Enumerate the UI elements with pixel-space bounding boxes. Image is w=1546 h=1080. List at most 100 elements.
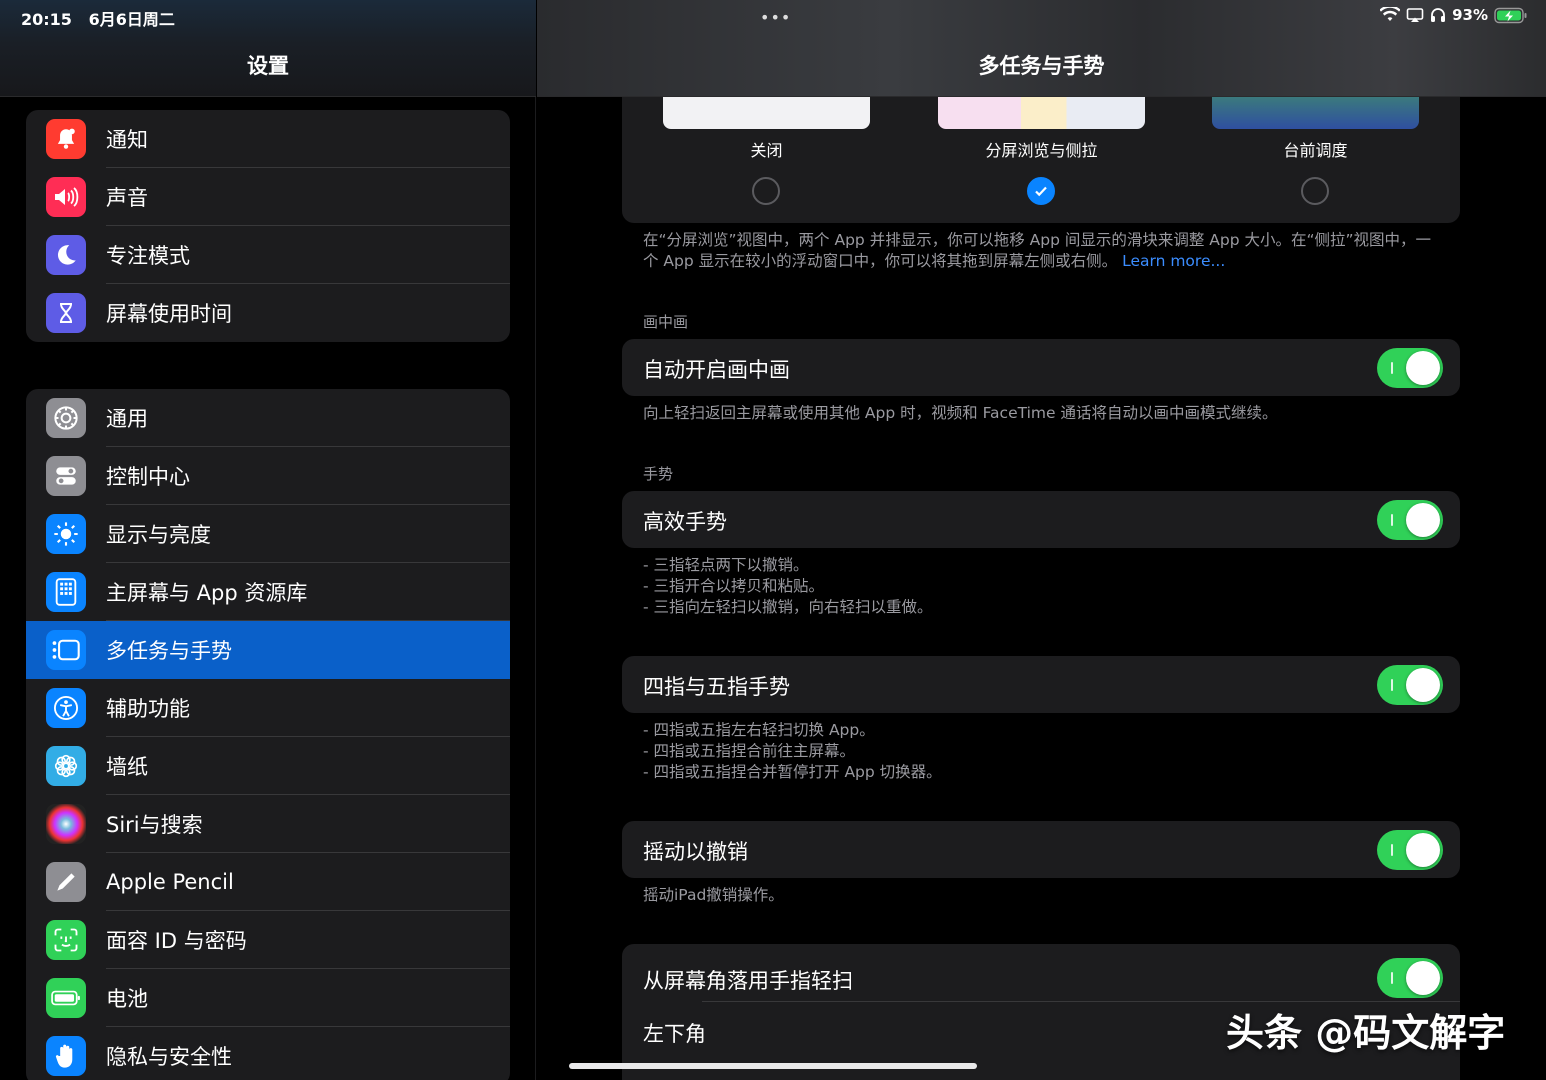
gear-icon (46, 398, 86, 438)
status-bar: 20:15 6月6日周二 ••• 93% (0, 0, 1546, 32)
settings-group-2: 通用 控制中心 显示与亮度 主屏幕与 App 资源库 多任务与手势 辅助功能 墙… (26, 389, 510, 1080)
mode-radio-stage-manager[interactable] (1301, 177, 1329, 205)
sidebar-item-label: 通用 (106, 407, 148, 431)
mode-thumbnail-split-view (938, 97, 1145, 129)
sidebar-item-label: 显示与亮度 (106, 523, 211, 547)
checkmark-icon (1035, 186, 1047, 197)
shake-undo-toggle-row: 摇动以撤销 (622, 821, 1460, 878)
modes-description-text: 在“分屏浏览”视图中，两个 App 并排显示，你可以拖移 App 间显示的滑块来… (643, 231, 1432, 270)
sidebar-item-sounds[interactable]: 声音 (26, 168, 510, 226)
airplay-icon (1406, 8, 1424, 22)
gestures-toggle-row: 高效手势 (622, 491, 1460, 548)
sidebar-item-control-center[interactable]: 控制中心 (26, 447, 510, 505)
mode-thumbnail-stage-manager (1212, 97, 1419, 129)
sidebar-item-label: 多任务与手势 (106, 639, 232, 663)
corner-swipe-toggle[interactable] (1377, 958, 1443, 998)
four-five-finger-toggle[interactable] (1377, 665, 1443, 705)
sun-icon (46, 514, 86, 554)
status-time: 20:15 6月6日周二 (21, 6, 175, 30)
gesture-desc-line: - 三指向左轻扫以撤销，向右轻扫以重做。 (643, 598, 933, 616)
faceid-icon (46, 920, 86, 960)
multitask-mode-card: 关闭 分屏浏览与侧拉 台前调度 (622, 97, 1460, 223)
gesture-desc-line: - 三指轻点两下以撤销。 (643, 556, 809, 574)
four-five-finger-toggle-label: 四指与五指手势 (643, 675, 790, 699)
learn-more-link[interactable]: Learn more... (1122, 252, 1225, 270)
bell-icon (46, 119, 86, 159)
shake-undo-description: 摇动iPad撤销操作。 (643, 886, 784, 904)
home-screen-icon (46, 572, 86, 612)
shake-undo-toggle[interactable] (1377, 830, 1443, 870)
page-title: 多任务与手势 (978, 54, 1105, 78)
multitasking-menu-dots[interactable]: ••• (760, 8, 791, 27)
ipad-screen: 设置 通知 声音 专注模式 屏幕使用时间 通用 控制中心 显示与亮度 主屏幕与 … (0, 0, 1546, 1080)
mode-radio-off[interactable] (752, 177, 780, 205)
pip-toggle[interactable] (1377, 348, 1443, 388)
flower-icon (46, 746, 86, 786)
mode-radio-split-view[interactable] (1027, 177, 1055, 205)
sidebar-item-privacy[interactable]: 隐私与安全性 (26, 1027, 510, 1080)
gestures-toggle[interactable] (1377, 500, 1443, 540)
sidebar-item-battery[interactable]: 电池 (26, 969, 510, 1027)
corner-swipe-toggle-label: 从屏幕角落用手指轻扫 (643, 969, 853, 993)
section-header-pip: 画中画 (643, 313, 689, 331)
pip-toggle-label: 自动开启画中画 (643, 358, 790, 382)
sidebar-item-label: 电池 (106, 987, 148, 1011)
pencil-icon (46, 862, 86, 902)
time-text: 20:15 (21, 10, 72, 29)
mode-label-stage-manager: 台前调度 (1283, 141, 1348, 160)
shake-undo-toggle-label: 摇动以撤销 (643, 840, 748, 864)
sidebar-item-face-id[interactable]: 面容 ID 与密码 (26, 911, 510, 969)
gesture-desc-line: - 三指开合以拷贝和粘贴。 (643, 577, 825, 595)
battery-icon (46, 978, 86, 1018)
sidebar-item-label: 辅助功能 (106, 697, 190, 721)
settings-group-1: 通知 声音 专注模式 屏幕使用时间 (26, 110, 510, 342)
siri-icon (46, 804, 86, 844)
main-panel: 多任务与手势 关闭 分屏浏览与侧拉 台前调度 在“分屏浏览”视图中，两个 App… (537, 0, 1546, 1080)
modes-description: 在“分屏浏览”视图中，两个 App 并排显示，你可以拖移 App 间显示的滑块来… (643, 230, 1443, 272)
pip-description: 向上轻扫返回主屏幕或使用其他 App 时，视频和 FaceTime 通话将自动以… (643, 404, 1278, 422)
sidebar-item-label: 控制中心 (106, 465, 190, 489)
sidebar-item-focus[interactable]: 专注模式 (26, 226, 510, 284)
four-five-desc-line: - 四指或五指捏合并暂停打开 App 切换器。 (643, 763, 942, 781)
battery-charging-icon (1494, 7, 1527, 23)
four-five-desc-line: - 四指或五指捏合前往主屏幕。 (643, 742, 856, 760)
section-header-gestures: 手势 (643, 465, 674, 483)
watermark-text: 头条 @码文解字 (1226, 1011, 1506, 1055)
sidebar-item-siri[interactable]: Siri与搜索 (26, 795, 510, 853)
sidebar-item-notifications[interactable]: 通知 (26, 110, 510, 168)
four-five-finger-description: - 四指或五指左右轻扫切换 App。 - 四指或五指捏合前往主屏幕。 - 四指或… (643, 720, 1443, 783)
mode-label-off: 关闭 (750, 141, 783, 160)
sidebar-item-wallpaper[interactable]: 墙纸 (26, 737, 510, 795)
sidebar-item-apple-pencil[interactable]: Apple Pencil (26, 853, 510, 911)
settings-sidebar: 设置 通知 声音 专注模式 屏幕使用时间 通用 控制中心 显示与亮度 主屏幕与 … (0, 0, 536, 1080)
sidebar-item-accessibility[interactable]: 辅助功能 (26, 679, 510, 737)
sidebar-item-label: 面容 ID 与密码 (106, 929, 247, 953)
sidebar-title: 设置 (247, 54, 289, 78)
sidebar-item-label: 隐私与安全性 (106, 1045, 232, 1069)
switches-icon (46, 456, 86, 496)
sidebar-item-display[interactable]: 显示与亮度 (26, 505, 510, 563)
moon-icon (46, 235, 86, 275)
wifi-icon (1380, 7, 1401, 21)
hand-icon (46, 1036, 86, 1076)
sidebar-item-label: 屏幕使用时间 (106, 302, 232, 326)
bottom-left-corner-label[interactable]: 左下角 (643, 1018, 706, 1048)
sidebar-item-label: 专注模式 (106, 244, 190, 268)
four-five-finger-toggle-row: 四指与五指手势 (622, 656, 1460, 713)
home-indicator[interactable] (569, 1063, 977, 1069)
sidebar-item-general[interactable]: 通用 (26, 389, 510, 447)
headphones-icon (1431, 8, 1446, 22)
mode-thumbnail-off (663, 97, 870, 129)
sidebar-item-screen-time[interactable]: 屏幕使用时间 (26, 284, 510, 342)
hourglass-icon (46, 293, 86, 333)
sidebar-item-label: Apple Pencil (106, 870, 234, 894)
sidebar-item-label: Siri与搜索 (106, 813, 203, 837)
sidebar-item-multitasking[interactable]: 多任务与手势 (26, 621, 510, 679)
speaker-icon (46, 177, 86, 217)
gestures-toggle-label: 高效手势 (643, 510, 727, 534)
four-five-desc-line: - 四指或五指左右轻扫切换 App。 (643, 721, 875, 739)
sidebar-item-label: 声音 (106, 186, 148, 210)
sidebar-item-label: 墙纸 (106, 755, 148, 779)
sidebar-item-label: 主屏幕与 App 资源库 (106, 581, 308, 605)
sidebar-item-home-screen[interactable]: 主屏幕与 App 资源库 (26, 563, 510, 621)
